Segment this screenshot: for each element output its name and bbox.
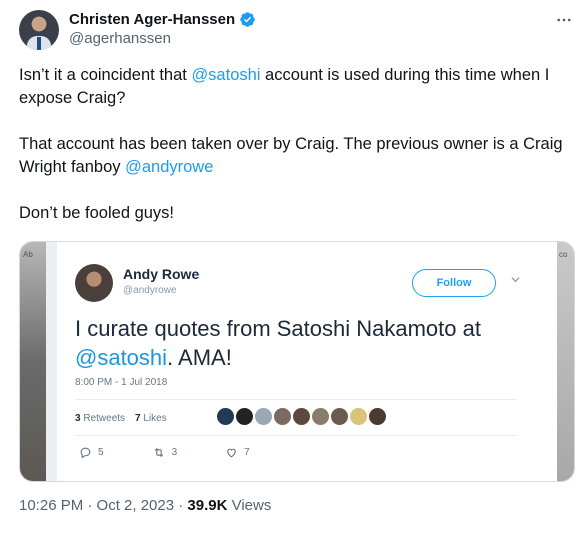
right-edge-label: co [559,250,568,259]
liker-avatar [350,408,367,425]
reply-icon [80,447,91,459]
tweet-paragraph-2: That account has been taken over by Crai… [19,133,574,179]
embedded-image[interactable]: Ab co Andy Rowe @andyrowe Follow I curat… [19,241,575,482]
liker-avatar [293,408,310,425]
chevron-down-icon [511,277,520,283]
author-handle[interactable]: @agerhanssen [69,30,171,47]
liker-avatar [369,408,386,425]
reply-action: 5 [79,446,104,459]
retweet-action: 3 [152,446,178,459]
tweet-paragraph-3: Don’t be fooled guys! [19,204,175,222]
likes-count: 7 [135,413,141,424]
like-action: 7 [225,446,250,459]
embedded-avatar [75,264,113,302]
mention-andyrowe-link[interactable]: @andyrowe [125,158,213,176]
author-name-row: Christen Ager-Hanssen [69,11,256,28]
like-count: 7 [244,447,250,458]
tweet-text: Isn’t it a coincident that @satoshi acco… [19,64,574,248]
follow-button: Follow [412,269,496,297]
embedded-stats: 3 Retweets 7 Likes [75,413,167,424]
likes-label: Likes [143,413,167,424]
embedded-tweet-card: Andy Rowe @andyrowe Follow I curate quot… [57,242,557,481]
verified-badge-icon [240,12,255,27]
liker-avatars [217,408,386,425]
mention-satoshi-link[interactable]: @satoshi [191,66,260,84]
views-count: 39.9K [187,497,228,514]
views-label: Views [227,497,272,514]
embedded-timestamp: 8:00 PM - 1 Jul 2018 [75,377,168,388]
embedded-text-segment: . AMA! [167,345,232,370]
liker-avatar [217,408,234,425]
liker-avatar [312,408,329,425]
more-options-icon[interactable] [552,8,576,32]
divider [75,399,517,400]
liker-avatar [236,408,253,425]
image-right-edge: co [556,242,574,481]
liker-avatar [255,408,272,425]
likes-stat: 7 Likes [135,413,167,424]
retweet-icon [154,447,163,458]
embedded-handle: @andyrowe [123,285,177,296]
tweet-text-segment: Isn’t it a coincident that [19,66,192,84]
tweet-paragraph-1: Isn’t it a coincident that @satoshi acco… [19,64,574,110]
embedded-name: Andy Rowe [123,266,200,282]
author-display-name[interactable]: Christen Ager-Hanssen [69,11,235,28]
liker-avatar [274,408,291,425]
reply-count: 5 [98,447,104,458]
tweet-timestamp[interactable]: 10:26 PM · Oct 2, 2023 · [19,497,187,514]
tweet-meta: 10:26 PM · Oct 2, 2023 · 39.9K Views [19,497,271,514]
tweet: Christen Ager-Hanssen @agerhanssen Isn’t… [0,0,587,533]
embedded-actions: 5 3 7 [79,446,298,459]
retweet-count: 3 [171,447,178,458]
liker-avatar [331,408,348,425]
tweet-text-segment: That account has been taken over by Crai… [19,135,563,176]
embedded-tweet-text: I curate quotes from Satoshi Nakamoto at… [75,314,535,372]
retweets-stat: 3 Retweets [75,413,125,424]
embedded-mention-satoshi: @satoshi [75,345,168,370]
retweets-count: 3 [75,413,81,424]
embedded-text-segment: I curate quotes from Satoshi Nakamoto at [75,316,481,341]
left-edge-label: Ab [23,250,33,259]
author-avatar[interactable] [19,10,59,50]
like-icon [227,448,236,458]
retweets-label: Retweets [83,413,126,424]
divider [75,435,517,436]
image-left-edge: Ab [20,242,46,481]
